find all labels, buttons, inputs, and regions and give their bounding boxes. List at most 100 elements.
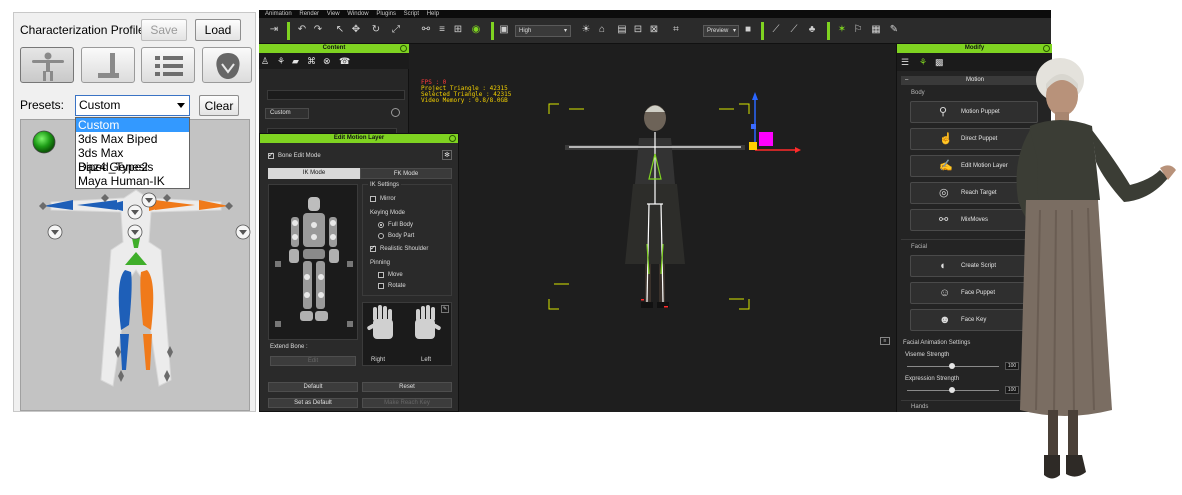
rotate-label: Rotate <box>388 283 406 289</box>
rotate-checkbox[interactable] <box>378 283 384 289</box>
display-icon[interactable]: ▣ <box>499 25 509 35</box>
tab-ik-mode[interactable]: IK Mode <box>268 168 360 179</box>
menu-animation[interactable]: Animation <box>265 11 292 17</box>
preset-option[interactable]: Daz4 Genesis <box>76 160 189 174</box>
hand-selector[interactable]: Right Left ✎ <box>362 302 452 366</box>
transform-gizmo[interactable] <box>749 92 801 153</box>
skeleton-icon[interactable]: ♣ <box>807 25 817 35</box>
skeleton-selector-diagram <box>275 197 353 327</box>
motion-icon[interactable]: ⚘ <box>277 56 285 67</box>
tab-sliders-icon[interactable]: ☰ <box>901 57 909 68</box>
light-icon[interactable]: ☀ <box>581 25 591 35</box>
preview-dropdown[interactable]: Preview ▾ <box>703 25 739 37</box>
make-reach-key-button[interactable]: Make Reach Key <box>362 398 452 408</box>
script-icon[interactable]: ▦ <box>871 25 881 35</box>
facial-animation-settings-label: Facial Animation Settings <box>903 340 971 346</box>
load-button[interactable]: Load <box>195 19 241 41</box>
gizmo-icon[interactable]: ⌗ <box>671 25 681 35</box>
content-panel-title: Content <box>322 45 346 51</box>
viewport-chat-icon[interactable]: ≡ <box>880 337 890 345</box>
ik-bone-selector[interactable] <box>268 184 358 340</box>
flag-icon[interactable]: ⚐ <box>853 25 863 35</box>
head-icon <box>216 53 240 79</box>
reset-button[interactable]: Reset <box>362 382 452 392</box>
extend-bone-edit-button[interactable]: Edit <box>270 356 356 366</box>
scene-icon[interactable]: ▰ <box>292 56 299 67</box>
full-body-label: Full Body <box>388 222 414 228</box>
move-checkbox[interactable] <box>378 272 384 278</box>
mirror-checkbox[interactable] <box>370 196 376 202</box>
grid-icon[interactable]: ⊟ <box>633 25 643 35</box>
quality-dropdown[interactable]: High ▾ <box>515 25 571 37</box>
move-icon[interactable]: ✥ <box>351 25 361 35</box>
tab-fk-mode[interactable]: FK Mode <box>360 168 452 179</box>
left-thigh-bone[interactable] <box>118 270 132 330</box>
settings-gear-icon[interactable]: ✻ <box>442 150 452 160</box>
effects-icon[interactable]: ☎ <box>339 56 350 67</box>
content-search-input[interactable] <box>267 90 405 100</box>
foot-mode-button[interactable] <box>81 47 135 83</box>
preset-option[interactable]: 3ds Max Biped <box>76 132 189 146</box>
clear-button[interactable]: Clear <box>199 95 239 116</box>
iclone-window: Animation Render View Window Plugins Scr… <box>259 10 1052 412</box>
person-icon[interactable]: ♙ <box>261 56 269 67</box>
tab-animation-icon[interactable]: ⚘ <box>919 57 927 68</box>
3d-viewport[interactable]: FPS : 0 Project Triangle : 42315 Selecte… <box>409 44 896 412</box>
record-icon[interactable]: ■ <box>743 25 753 35</box>
scale-icon[interactable]: ⤢ <box>391 25 401 35</box>
viseme-strength-label: Viseme Strength <box>905 352 950 358</box>
preset-option[interactable]: Custom <box>76 118 189 132</box>
preset-selected-value: Custom <box>79 98 121 112</box>
undo-icon[interactable]: ↶ <box>297 25 307 35</box>
tpose-mode-button[interactable] <box>20 47 74 83</box>
content-folder-tab[interactable]: Custom <box>265 108 309 119</box>
close-icon[interactable] <box>400 45 407 52</box>
menu-plugins[interactable]: Plugins <box>376 11 396 17</box>
save-button[interactable]: Save <box>141 19 187 41</box>
menu-bar: Animation Render View Window Plugins Scr… <box>259 10 1051 18</box>
set-as-default-button[interactable]: Set as Default <box>268 398 358 408</box>
snap-icon[interactable]: ⊞ <box>453 25 463 35</box>
preset-option[interactable]: 3ds Max Biped_Type2 <box>76 146 189 174</box>
menu-help[interactable]: Help <box>427 11 439 17</box>
redo-icon[interactable]: ↷ <box>313 25 323 35</box>
default-button[interactable]: Default <box>268 382 358 392</box>
pick-icon[interactable]: ⟋ <box>771 25 781 35</box>
chevron-down-icon: ▾ <box>563 28 567 34</box>
eye-icon[interactable]: ◉ <box>471 25 481 35</box>
preset-option[interactable]: Maya Human-IK <box>76 174 189 188</box>
menu-script[interactable]: Script <box>404 11 419 17</box>
close-icon[interactable] <box>449 135 456 142</box>
right-thigh-bone[interactable] <box>140 270 154 330</box>
tab-material-icon[interactable]: ▩ <box>935 57 944 68</box>
rotate-icon[interactable]: ↻ <box>371 25 381 35</box>
exit-icon[interactable]: ⇥ <box>269 25 279 35</box>
menu-render[interactable]: Render <box>299 11 319 17</box>
viseme-slider-handle[interactable] <box>949 363 955 369</box>
material-icon[interactable]: ⊗ <box>323 56 331 67</box>
right-shin-bone[interactable] <box>143 334 152 370</box>
body-part-radio[interactable] <box>378 233 384 239</box>
direct-puppet-label: Direct Puppet <box>961 136 998 142</box>
collapse-icon[interactable] <box>391 108 400 117</box>
view-icon[interactable]: ⊠ <box>649 25 659 35</box>
list-mode-button[interactable] <box>141 47 195 83</box>
link-icon[interactable]: ⚯ <box>421 25 431 35</box>
align-icon[interactable]: ≡ <box>437 25 447 35</box>
preset-options-list[interactable]: Custom 3ds Max Biped 3ds Max Biped_Type2… <box>75 117 190 189</box>
menu-view[interactable]: View <box>327 11 340 17</box>
puppet-icon[interactable]: ✶ <box>837 25 847 35</box>
preset-dropdown[interactable]: Custom <box>75 95 190 116</box>
props-icon[interactable]: ⌘ <box>307 56 316 67</box>
bone-icon[interactable]: ⟋ <box>789 25 799 35</box>
hand-edit-icon[interactable]: ✎ <box>441 305 449 313</box>
select-icon[interactable]: ↖ <box>335 25 345 35</box>
menu-window[interactable]: Window <box>347 11 368 17</box>
edit-motion-layer-title: Edit Motion Layer <box>333 135 385 141</box>
home-icon[interactable]: ⌂ <box>597 25 607 35</box>
expression-slider-handle[interactable] <box>949 387 955 393</box>
left-shin-bone[interactable] <box>120 334 129 370</box>
head-mode-button[interactable] <box>202 47 252 83</box>
camera-info-icon[interactable]: ▤ <box>617 25 627 35</box>
tool-icon[interactable]: ✎ <box>889 25 899 35</box>
